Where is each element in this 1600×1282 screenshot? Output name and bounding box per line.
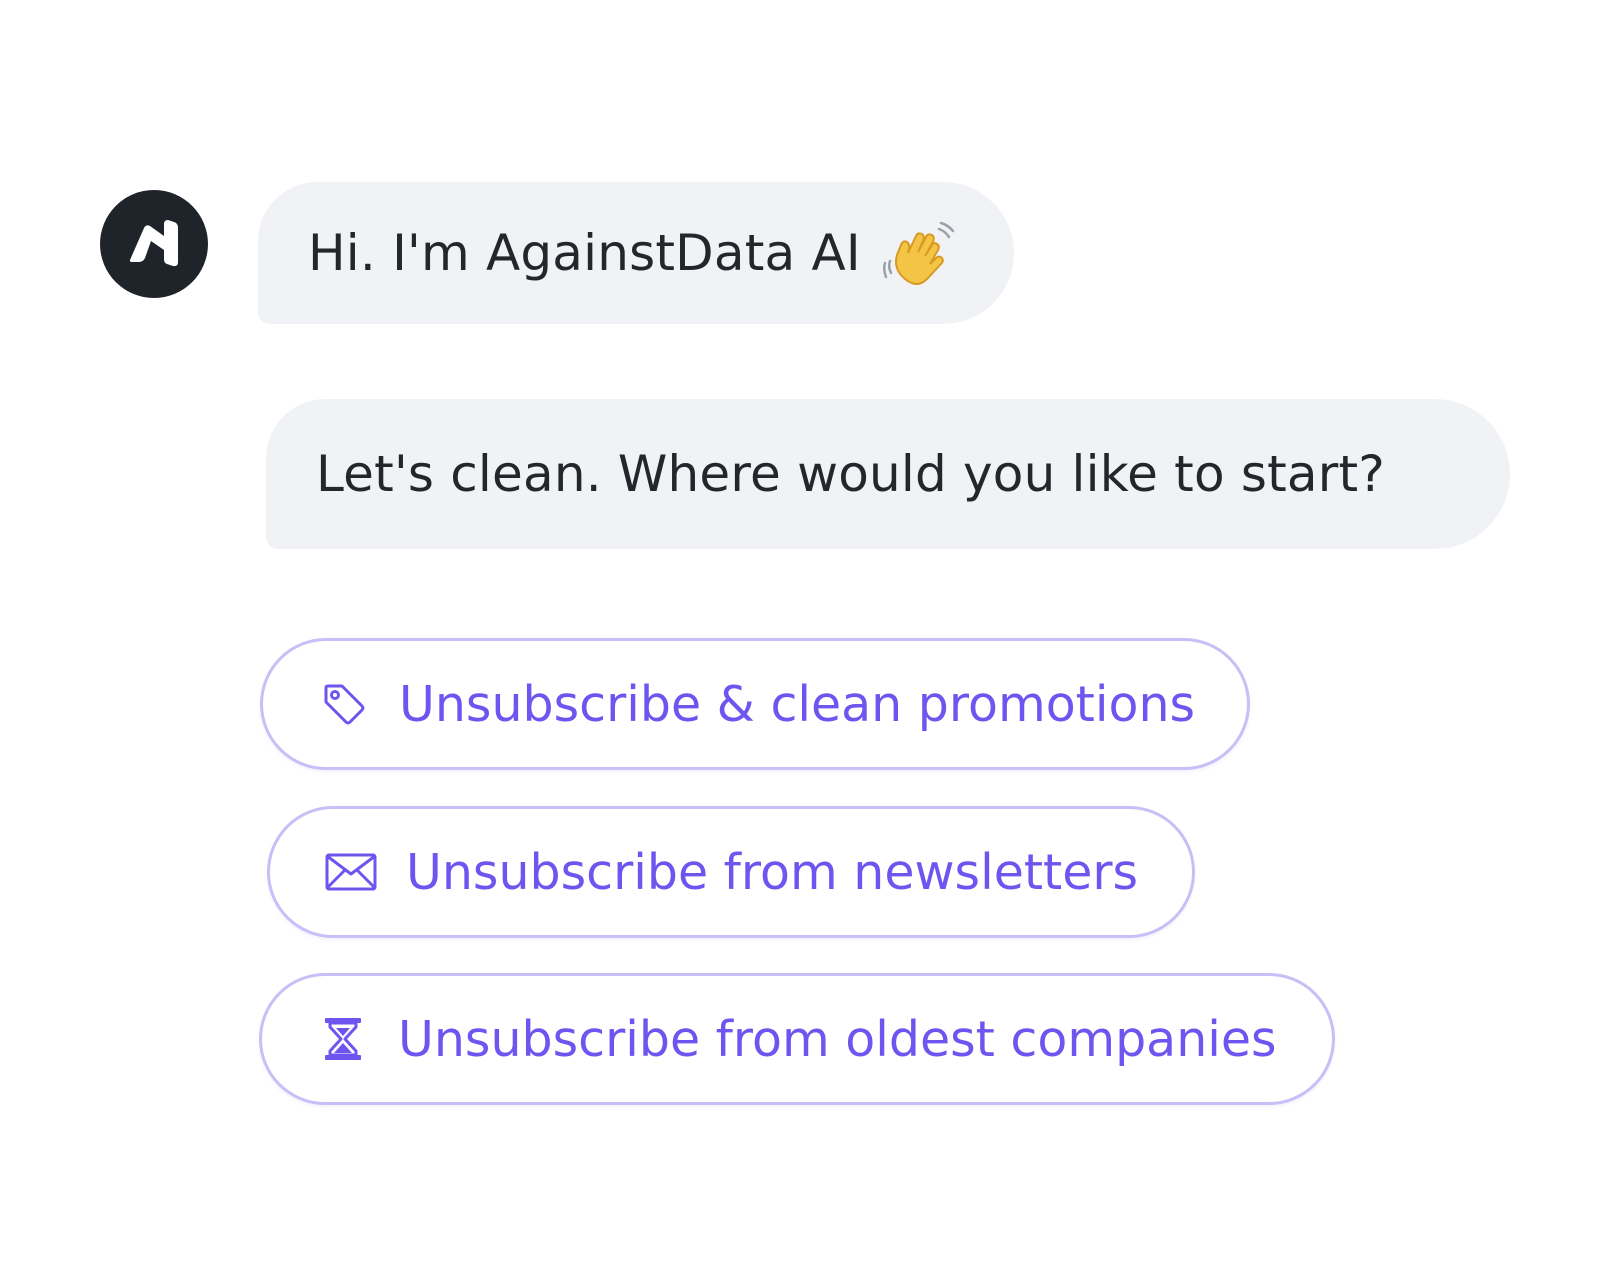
waving-hand-icon [882, 219, 955, 291]
option-label: Unsubscribe from oldest companies [398, 1010, 1277, 1068]
clean-promotions-button[interactable]: Unsubscribe & clean promotions [260, 638, 1250, 770]
greeting-message: Hi. I'm AgainstData AI [258, 182, 1014, 324]
prompt-text: Let's clean. Where would you like to sta… [316, 445, 1386, 503]
option-label: Unsubscribe from newsletters [406, 843, 1139, 901]
againstdata-logo-icon [129, 220, 178, 267]
assistant-avatar [100, 190, 208, 298]
greeting-text: Hi. I'm AgainstData AI [308, 224, 861, 282]
unsubscribe-newsletters-button[interactable]: Unsubscribe from newsletters [267, 806, 1195, 938]
prompt-message: Let's clean. Where would you like to sta… [266, 399, 1510, 549]
hourglass-icon [316, 1012, 370, 1066]
unsubscribe-oldest-button[interactable]: Unsubscribe from oldest companies [259, 973, 1335, 1105]
envelope-icon [324, 845, 378, 899]
tag-icon [317, 677, 371, 731]
option-label: Unsubscribe & clean promotions [399, 675, 1196, 733]
